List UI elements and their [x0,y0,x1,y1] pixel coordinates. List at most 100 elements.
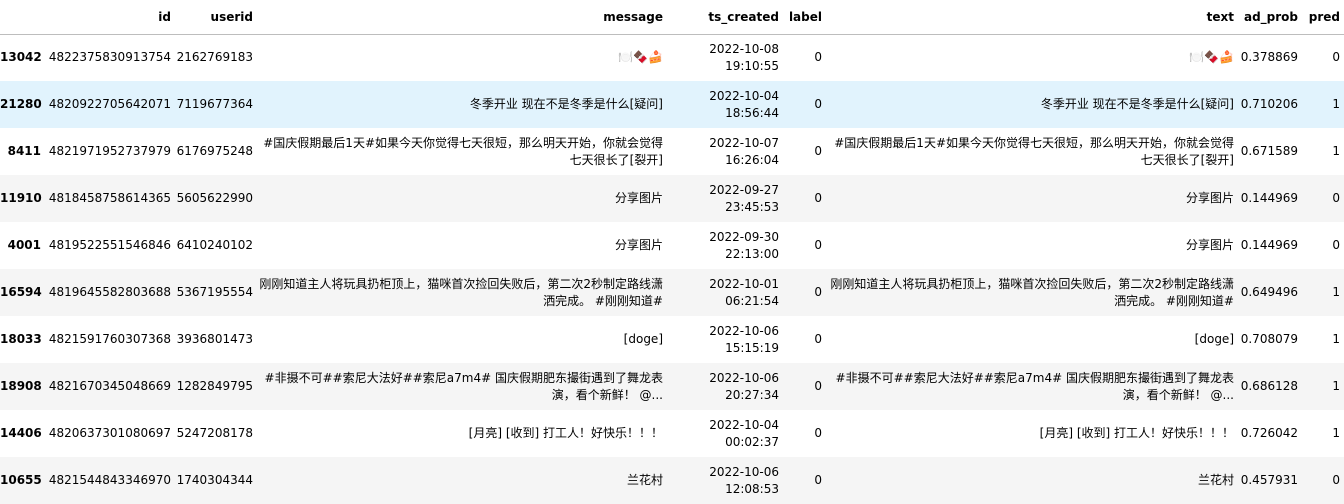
cell-id: 4821670345048669 [48,379,171,393]
cell-ad-prob: 0.726042 [1240,426,1298,440]
cell-text: #国庆假期最后1天#如果今天你觉得七天很短，那么明天开始，你就会觉得七天很长了[… [834,135,1234,167]
cell-message: #非摄不可##索尼大法好##索尼a7m4# 国庆假期肥东撮街遇到了舞龙表演，看个… [264,370,663,402]
cell-message: 分享图片 [614,191,663,205]
cell-pred: 0 [1332,191,1340,205]
cell-id: 4820922705642071 [48,97,171,111]
cell-ts-created: 2022-09-30 22:13:00 [709,229,779,261]
cell-pred: 1 [1332,285,1340,299]
cell-label: 0 [814,332,822,346]
cell-text: 刚刚知道主人将玩具扔柜顶上，猫咪首次捡回失败后，第二次2秒制定路线潇洒完成。 #… [830,276,1234,308]
header-text: text [1206,9,1234,24]
cell-label: 0 [814,50,822,65]
cell-pred: 0 [1332,50,1340,65]
cell-ts-created: 2022-10-08 19:10:55 [709,41,779,73]
row-index: 4001 [7,238,41,252]
cell-text: [月亮] [收到] 打工人！好快乐！！！ [1039,426,1234,440]
table-row: 21280 4820922705642071 7119677364 冬季开业 现… [0,81,1344,128]
row-index: 11910 [0,191,42,205]
cell-text: 🍽️🍫🍰 [1189,50,1234,65]
cell-ad-prob: 0.144969 [1240,238,1298,252]
row-index: 21280 [0,97,42,111]
cell-id: 4820637301080697 [48,426,171,440]
cell-pred: 1 [1332,332,1340,346]
cell-ad-prob: 0.378869 [1240,50,1298,65]
cell-id: 4821544843346970 [48,473,171,487]
row-index: 10655 [0,473,42,487]
cell-text: #非摄不可##索尼大法好##索尼a7m4# 国庆假期肥东撮街遇到了舞龙表演，看个… [835,370,1234,402]
cell-ts-created: 2022-10-06 15:15:19 [709,323,779,355]
cell-id: 4818458758614365 [48,191,171,205]
cell-label: 0 [814,379,822,393]
cell-ts-created: 2022-09-27 23:45:53 [709,182,779,214]
cell-label: 0 [814,238,822,252]
row-index: 13042 [0,50,42,65]
cell-ad-prob: 0.708079 [1240,332,1298,346]
cell-id: 4819522551546846 [48,238,171,252]
cell-message: 兰花村 [626,473,663,487]
cell-message: 刚刚知道主人将玩具扔柜顶上，猫咪首次捡回失败后，第二次2秒制定路线潇洒完成。 #… [259,276,663,308]
cell-label: 0 [814,426,822,440]
cell-ad-prob: 0.710206 [1240,97,1298,111]
cell-ad-prob: 0.686128 [1240,379,1298,393]
cell-label: 0 [814,144,822,158]
cell-message: 🍽️🍫🍰 [618,50,663,65]
cell-label: 0 [814,473,822,487]
cell-id: 4822375830913754 [48,50,171,65]
cell-userid: 2162769183 [176,50,253,65]
table-row: 14406 4820637301080697 5247208178 [月亮] [… [0,410,1344,457]
cell-text: [doge] [1194,332,1234,346]
cell-userid: 1282849795 [176,379,253,393]
table-row: 10655 4821544843346970 1740304344 兰花村 20… [0,457,1344,504]
cell-pred: 1 [1332,379,1340,393]
cell-ts-created: 2022-10-06 12:08:53 [709,464,779,496]
row-index: 14406 [0,426,42,440]
table-row: 18033 4821591760307368 3936801473 [doge]… [0,316,1344,363]
cell-message: [月亮] [收到] 打工人！好快乐！！！ [468,426,663,440]
cell-message: 冬季开业 现在不是冬季是什么[疑问] [469,97,663,111]
cell-userid: 5367195554 [176,285,253,299]
cell-ts-created: 2022-10-04 00:02:37 [709,417,779,449]
cell-text: 兰花村 [1197,473,1234,487]
header-pred: pred [1308,9,1340,24]
cell-ts-created: 2022-10-04 18:56:44 [709,88,779,120]
header-row: id userid message ts_created label text … [0,0,1344,34]
header-label: label [788,9,822,24]
header-ad-prob: ad_prob [1243,9,1298,24]
cell-label: 0 [814,97,822,111]
row-index: 16594 [0,285,42,299]
cell-pred: 0 [1332,473,1340,487]
cell-id: 4821591760307368 [48,332,171,346]
cell-ts-created: 2022-10-01 06:21:54 [709,276,779,308]
cell-message: #国庆假期最后1天#如果今天你觉得七天很短，那么明天开始，你就会觉得七天很长了[… [263,135,663,167]
header-message: message [603,9,663,24]
cell-text: 分享图片 [1185,191,1234,205]
table-row: 8411 4821971952737979 6176975248 #国庆假期最后… [0,128,1344,175]
cell-id: 4821971952737979 [48,144,171,158]
table-row: 11910 4818458758614365 5605622990 分享图片 2… [0,175,1344,222]
cell-userid: 5605622990 [176,191,253,205]
table-row: 16594 4819645582803688 5367195554 刚刚知道主人… [0,269,1344,316]
header-userid: userid [210,9,253,24]
table-row: 4001 4819522551546846 6410240102 分享图片 20… [0,222,1344,269]
table-row: 18908 4821670345048669 1282849795 #非摄不可#… [0,363,1344,410]
cell-ad-prob: 0.144969 [1240,191,1298,205]
cell-userid: 6176975248 [176,144,253,158]
cell-label: 0 [814,191,822,205]
cell-message: 分享图片 [614,238,663,252]
table-row: 13042 4822375830913754 2162769183 🍽️🍫🍰 2… [0,34,1344,81]
cell-id: 4819645582803688 [48,285,171,299]
header-id: id [158,9,171,24]
cell-pred: 1 [1332,426,1340,440]
cell-text: 冬季开业 现在不是冬季是什么[疑问] [1040,97,1234,111]
cell-ts-created: 2022-10-07 16:26:04 [709,135,779,167]
cell-ad-prob: 0.671589 [1240,144,1298,158]
cell-userid: 6410240102 [176,238,253,252]
cell-userid: 1740304344 [176,473,253,487]
cell-pred: 0 [1332,238,1340,252]
cell-ad-prob: 0.649496 [1240,285,1298,299]
cell-pred: 1 [1332,144,1340,158]
cell-userid: 5247208178 [176,426,253,440]
cell-ts-created: 2022-10-06 20:27:34 [709,370,779,402]
cell-message: [doge] [623,332,663,346]
cell-pred: 1 [1332,97,1340,111]
